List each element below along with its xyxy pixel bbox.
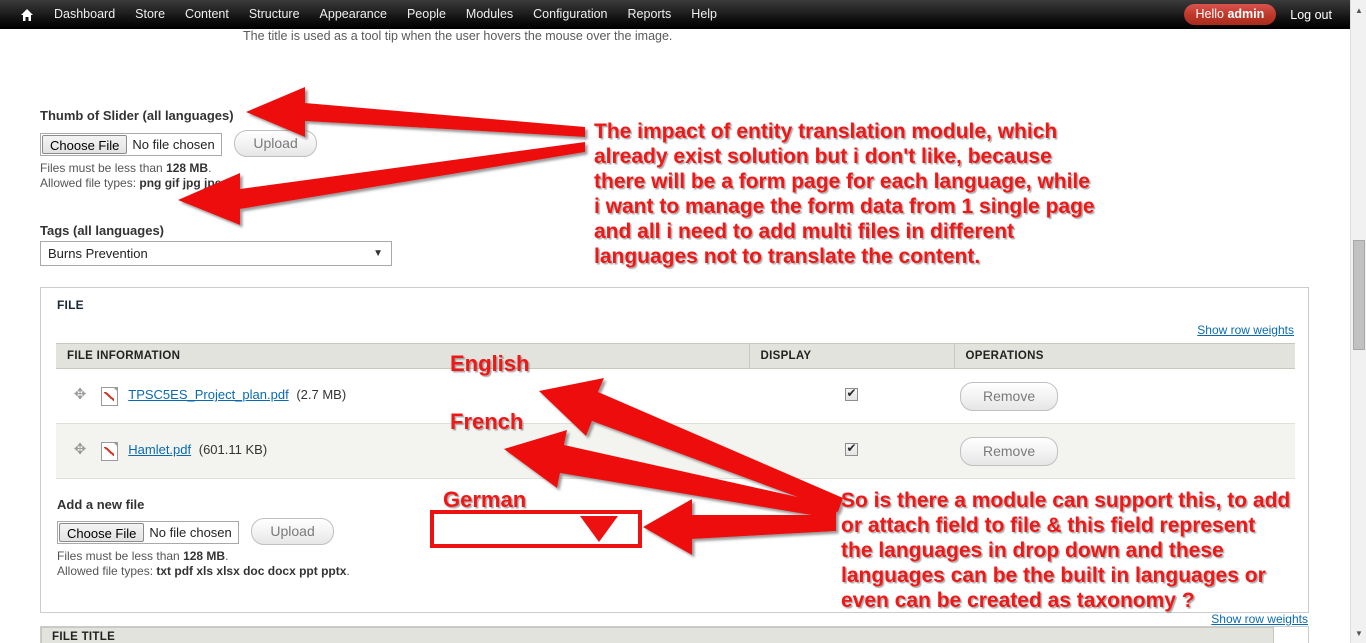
add-new-file-label: Add a new file (57, 497, 145, 512)
thumb-upload-button[interactable]: Upload (234, 130, 317, 157)
new-file-max-size-value: 128 MB (183, 549, 226, 563)
operations-cell: Remove (954, 423, 1295, 479)
greeting-prefix: Hello (1195, 7, 1228, 21)
display-checkbox[interactable] (845, 441, 858, 456)
file-size: (2.7 MB) (296, 387, 347, 403)
new-file-max-size-line: Files must be less than 128 MB. (57, 549, 350, 564)
column-display: DISPLAY (748, 343, 954, 369)
toolbar-menu: Dashboard Store Content Structure Appear… (44, 0, 727, 29)
operations-cell: Remove (954, 368, 1295, 424)
tags-select[interactable]: Burns Prevention ▼ (40, 241, 392, 266)
thumb-max-size-suffix: . (208, 161, 212, 175)
toolbar-item-structure[interactable]: Structure (239, 0, 310, 29)
file-fieldset-legend: FILE (57, 298, 84, 312)
toolbar-item-dashboard[interactable]: Dashboard (44, 0, 125, 29)
pdf-file-icon (100, 441, 118, 461)
chevron-down-icon: ▼ (373, 248, 383, 259)
home-icon[interactable] (14, 0, 40, 29)
thumb-allowed-types-line: Allowed file types: png gif jpg jpeg. (40, 176, 232, 191)
greeting-username: admin (1227, 7, 1265, 21)
remove-button[interactable]: Remove (960, 381, 1059, 411)
new-file-max-size-suffix: . (225, 549, 229, 563)
german-language-dropdown-annotation (430, 510, 642, 548)
file-name-link[interactable]: Hamlet.pdf (128, 442, 191, 457)
remove-button[interactable]: Remove (960, 436, 1059, 466)
german-caret-icon (580, 516, 618, 542)
thumb-allowed-types-value: png gif jpg jpeg (139, 176, 229, 190)
new-file-upload-button[interactable]: Upload (251, 518, 334, 545)
drag-handle-icon[interactable]: ✥ (73, 387, 87, 402)
new-file-choose-button[interactable]: Choose File (59, 523, 145, 543)
new-file-input[interactable]: Choose File No file chosen (57, 521, 239, 545)
new-file-allowed-types-value: txt pdf xls xlsx doc docx ppt pptx (156, 564, 347, 578)
new-file-allowed-types-line: Allowed file types: txt pdf xls xlsx doc… (57, 564, 350, 579)
admin-toolbar: Dashboard Store Content Structure Appear… (0, 0, 1366, 29)
logout-link[interactable]: Log out (1282, 8, 1340, 22)
drag-handle-icon[interactable]: ✥ (73, 442, 87, 457)
thumb-of-slider-label: Thumb of Slider (all languages) (40, 108, 234, 123)
thumb-max-size-line: Files must be less than 128 MB. (40, 161, 232, 176)
new-file-name: No file chosen (149, 525, 232, 541)
show-row-weights-link-bottom[interactable]: Show row weights (1211, 612, 1308, 626)
tags-selected-value: Burns Prevention (48, 246, 148, 261)
column-file-information: FILE INFORMATION (56, 343, 749, 369)
toolbar-item-content[interactable]: Content (175, 0, 239, 29)
scrollbar-thumb[interactable] (1353, 240, 1365, 350)
add-new-file-upload-row: Choose File No file chosen Upload (57, 518, 334, 545)
file-name-link[interactable]: TPSC5ES_Project_plan.pdf (128, 387, 288, 402)
thumb-file-restrictions: Files must be less than 128 MB. Allowed … (40, 161, 232, 191)
tags-label: Tags (all languages) (40, 223, 165, 238)
file-info-cell: ✥ TPSC5ES_Project_plan.pdf (2.7 MB) (56, 368, 749, 424)
file-fieldset: FILE Show row weights FILE INFORMATION D… (40, 287, 1309, 613)
toolbar-item-appearance[interactable]: Appearance (310, 0, 397, 29)
user-greeting-badge[interactable]: Hello admin (1183, 4, 1277, 25)
new-file-allowed-types-prefix: Allowed file types: (57, 564, 157, 578)
page-content: The title is used as a tool tip when the… (0, 29, 1350, 643)
pdf-file-icon (100, 386, 118, 406)
display-cell (749, 423, 954, 479)
page-scrollbar[interactable]: ▲ ▼ (1350, 0, 1366, 643)
file-title-table-header: FILE TITLE (41, 627, 1274, 643)
file-table-head: FILE INFORMATION DISPLAY OPERATIONS (56, 343, 1295, 369)
thumb-choose-file-button[interactable]: Choose File (42, 135, 128, 155)
title-help-text: The title is used as a tool tip when the… (243, 29, 673, 43)
thumb-allowed-types-suffix: . (228, 176, 233, 190)
file-table-header-row: FILE INFORMATION DISPLAY OPERATIONS (56, 343, 1295, 369)
new-file-max-size-prefix: Files must be less than (57, 549, 184, 563)
scroll-up-arrow-icon[interactable]: ▲ (1351, 2, 1366, 18)
toolbar-item-reports[interactable]: Reports (618, 0, 682, 29)
table-row: ✥ TPSC5ES_Project_plan.pdf (2.7 MB) Remo… (56, 368, 1295, 424)
thumb-max-size-prefix: Files must be less than (40, 161, 167, 175)
thumb-allowed-types-prefix: Allowed file types: (40, 176, 140, 190)
toolbar-item-people[interactable]: People (397, 0, 456, 29)
table-row: ✥ Hamlet.pdf (601.11 KB) Remove (56, 423, 1295, 479)
new-file-restrictions: Files must be less than 128 MB. Allowed … (57, 549, 350, 579)
toolbar-user-area: Hello admin Log out (1183, 0, 1341, 29)
display-cell (749, 368, 954, 424)
thumb-file-input[interactable]: Choose File No file chosen (40, 133, 222, 157)
column-operations: OPERATIONS (953, 343, 1295, 369)
new-file-allowed-types-suffix: . (346, 564, 350, 578)
toolbar-item-store[interactable]: Store (125, 0, 175, 29)
display-checkbox[interactable] (845, 386, 858, 401)
toolbar-item-configuration[interactable]: Configuration (523, 0, 617, 29)
toolbar-item-modules[interactable]: Modules (456, 0, 523, 29)
column-file-title: FILE TITLE (52, 631, 116, 643)
thumb-file-name: No file chosen (132, 137, 215, 153)
file-info-cell: ✥ Hamlet.pdf (601.11 KB) (56, 423, 749, 479)
toolbar-item-help[interactable]: Help (681, 0, 727, 29)
file-table-body: ✥ TPSC5ES_Project_plan.pdf (2.7 MB) Remo… (56, 368, 1295, 479)
file-table: FILE INFORMATION DISPLAY OPERATIONS ✥ TP… (56, 343, 1295, 479)
thumb-max-size-value: 128 MB (166, 161, 209, 175)
file-size: (601.11 KB) (198, 442, 268, 458)
scroll-down-arrow-icon[interactable]: ▼ (1351, 625, 1366, 641)
thumb-of-slider-upload-row: Choose File No file chosen Upload (40, 130, 317, 157)
show-row-weights-link-top[interactable]: Show row weights (1197, 323, 1294, 337)
annotation-top-note: The impact of entity translation module,… (594, 120, 1095, 268)
